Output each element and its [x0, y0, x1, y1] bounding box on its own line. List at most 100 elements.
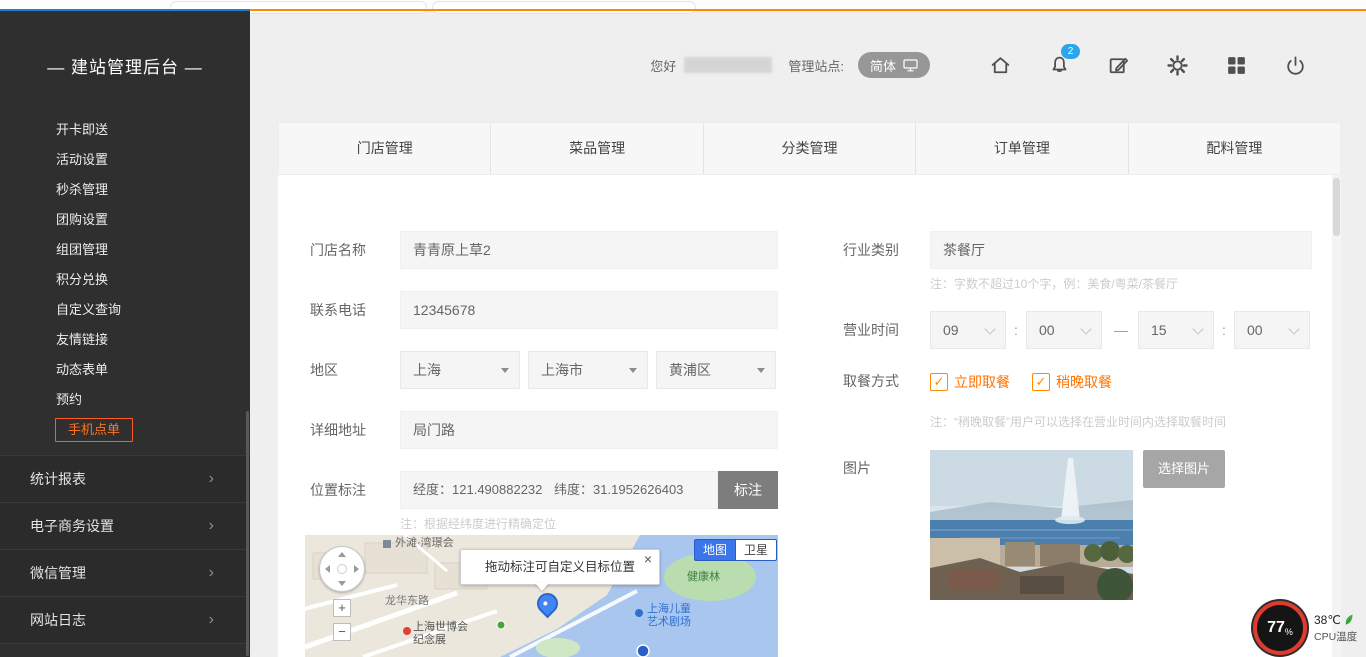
pan-left-icon[interactable] — [325, 565, 330, 573]
sidebar-scrollbar[interactable] — [246, 411, 249, 656]
time-colon: : — [1222, 311, 1226, 349]
sidebar-section-stats[interactable]: 统计报表› — [0, 455, 250, 502]
lng-value: 121.490882232 — [452, 482, 542, 497]
pickup-later-checkbox[interactable]: ✓ — [1032, 373, 1050, 391]
manage-site-label: 管理站点: — [788, 56, 844, 75]
sidebar-item-points[interactable]: 积分兑换 — [0, 265, 250, 295]
sidebar-section-ecommerce[interactable]: 电子商务设置› — [0, 502, 250, 549]
map-canvas[interactable]: 外滩·湾璟会 龙华东路 上海世博会纪念展 上海儿童艺术剧场 健康林 拖动标注可自… — [305, 535, 778, 657]
notification-badge: 2 — [1061, 44, 1080, 59]
map-label-expo: 上海世博会纪念展 — [413, 621, 477, 647]
tab-category-management[interactable]: 分类管理 — [703, 123, 915, 174]
open-minute-select[interactable]: 00 — [1026, 311, 1102, 349]
cpu-monitor-widget: 77% 38℃ CPU温度 — [1253, 601, 1357, 655]
tab-store-management[interactable]: 门店管理 — [279, 123, 490, 174]
province-select[interactable]: 上海 — [400, 351, 520, 389]
username-redacted — [684, 57, 772, 73]
map-label-park: 健康林 — [687, 571, 720, 584]
map-label-road: 龙华东路 — [385, 595, 429, 608]
hours-label: 营业时间 — [843, 311, 899, 349]
leaf-icon — [1344, 614, 1354, 626]
location-label: 位置标注 — [310, 471, 366, 509]
district-select[interactable]: 黄浦区 — [656, 351, 776, 389]
bell-icon[interactable]: 2 — [1046, 52, 1072, 78]
pan-up-icon[interactable] — [338, 552, 346, 557]
home-icon[interactable] — [987, 52, 1013, 78]
map-pan-control[interactable] — [319, 546, 365, 592]
zoom-out-button[interactable]: − — [333, 623, 351, 641]
city-select[interactable]: 上海市 — [528, 351, 648, 389]
edit-icon[interactable] — [1105, 52, 1131, 78]
lat-value: 31.1952626403 — [593, 482, 683, 497]
cpu-usage-gauge: 77% — [1253, 601, 1307, 655]
industry-note: 注：字数不超过10个字，例：美食/粤菜/茶餐厅 — [930, 275, 1178, 292]
sidebar-item-card-gift[interactable]: 开卡即送 — [0, 115, 250, 145]
close-icon[interactable]: × — [644, 549, 652, 569]
sidebar-section-sitelog[interactable]: 网站日志› — [0, 596, 250, 644]
tooltip-pointer — [535, 583, 549, 591]
sidebar-item-custom-query[interactable]: 自定义查询 — [0, 295, 250, 325]
scrollbar-thumb[interactable] — [1333, 178, 1340, 236]
store-image-preview — [930, 450, 1133, 600]
open-hour-select[interactable]: 09 — [930, 311, 1006, 349]
tab-ingredient-management[interactable]: 配料管理 — [1128, 123, 1340, 174]
sidebar-item-links[interactable]: 友情链接 — [0, 325, 250, 355]
sidebar-sections: 统计报表› 电子商务设置› 微信管理› 网站日志› — [0, 455, 250, 644]
power-icon[interactable] — [1282, 52, 1308, 78]
browser-strip — [0, 0, 1366, 9]
phone-input[interactable]: 12345678 — [400, 291, 778, 329]
satellite-mode-button[interactable]: 卫星 — [735, 539, 777, 561]
tab-dish-management[interactable]: 菜品管理 — [490, 123, 702, 174]
store-settings-form: 门店名称 青青原上草2 联系电话 12345678 地区 上海 上海市 黄浦区 … — [278, 175, 1341, 657]
map-tooltip: 拖动标注可自定义目标位置 × — [460, 549, 660, 585]
address-label: 详细地址 — [310, 411, 366, 449]
gear-icon[interactable] — [1164, 52, 1190, 78]
zoom-in-button[interactable]: + — [333, 599, 351, 617]
content-scrollbar — [1332, 175, 1341, 657]
store-name-label: 门店名称 — [310, 231, 366, 269]
sidebar-item-dynamic-form[interactable]: 动态表单 — [0, 355, 250, 385]
map-mode-button[interactable]: 地图 — [694, 539, 736, 561]
grid-apps-icon[interactable] — [1223, 52, 1249, 78]
mark-location-button[interactable]: 标注 — [718, 471, 778, 509]
region-label: 地区 — [310, 351, 338, 389]
pickup-note: 注：“稍晚取餐”用户可以选择在营业时间内选择取餐时间 — [930, 413, 1226, 430]
industry-input[interactable]: 茶餐厅 — [930, 231, 1312, 269]
cpu-temp-label: CPU温度 — [1314, 629, 1357, 644]
sidebar-item-seckill[interactable]: 秒杀管理 — [0, 175, 250, 205]
store-name-input[interactable]: 青青原上草2 — [400, 231, 778, 269]
pan-down-icon[interactable] — [338, 581, 346, 586]
sidebar: — 建站管理后台 — 开卡即送 活动设置 秒杀管理 团购设置 组团管理 积分兑换… — [0, 11, 250, 657]
coordinates-input[interactable]: 经度：121.490882232 纬度：31.1952626403 — [400, 471, 718, 509]
image-label: 图片 — [843, 458, 871, 478]
check-icon: ✓ — [1036, 374, 1047, 389]
cpu-temp-value: 38℃ — [1314, 613, 1341, 627]
pickup-later-label[interactable]: 稍晚取餐 — [1056, 373, 1112, 392]
lat-label: 纬度： — [554, 482, 593, 497]
location-note: 注：根据经纬度进行精确定位 — [400, 515, 556, 532]
chevron-right-icon: › — [209, 550, 214, 596]
choose-image-button[interactable]: 选择图片 — [1143, 450, 1225, 488]
close-minute-select[interactable]: 00 — [1234, 311, 1310, 349]
language-button[interactable]: 简体 — [858, 52, 930, 78]
time-colon: : — [1014, 311, 1018, 349]
pickup-now-checkbox[interactable]: ✓ — [930, 373, 948, 391]
chevron-right-icon: › — [209, 597, 214, 643]
sidebar-item-team[interactable]: 组团管理 — [0, 235, 250, 265]
close-hour-select[interactable]: 15 — [1138, 311, 1214, 349]
monitor-icon — [903, 59, 918, 72]
pan-right-icon[interactable] — [354, 565, 359, 573]
chevron-right-icon: › — [209, 503, 214, 549]
tab-order-management[interactable]: 订单管理 — [915, 123, 1127, 174]
sidebar-section-wechat[interactable]: 微信管理› — [0, 549, 250, 596]
sidebar-item-activity[interactable]: 活动设置 — [0, 145, 250, 175]
pickup-now-label[interactable]: 立即取餐 — [954, 373, 1010, 392]
check-icon: ✓ — [934, 374, 945, 389]
sidebar-item-groupbuy[interactable]: 团购设置 — [0, 205, 250, 235]
sidebar-item-mobile-order-active[interactable]: 手机点单 — [0, 415, 250, 445]
address-input[interactable]: 局门路 — [400, 411, 778, 449]
time-dash: — — [1114, 311, 1128, 349]
header-bar: 您好 管理站点: 简体 2 — [250, 11, 1366, 119]
sidebar-item-booking[interactable]: 预约 — [0, 385, 250, 415]
chevron-right-icon: › — [209, 456, 214, 502]
